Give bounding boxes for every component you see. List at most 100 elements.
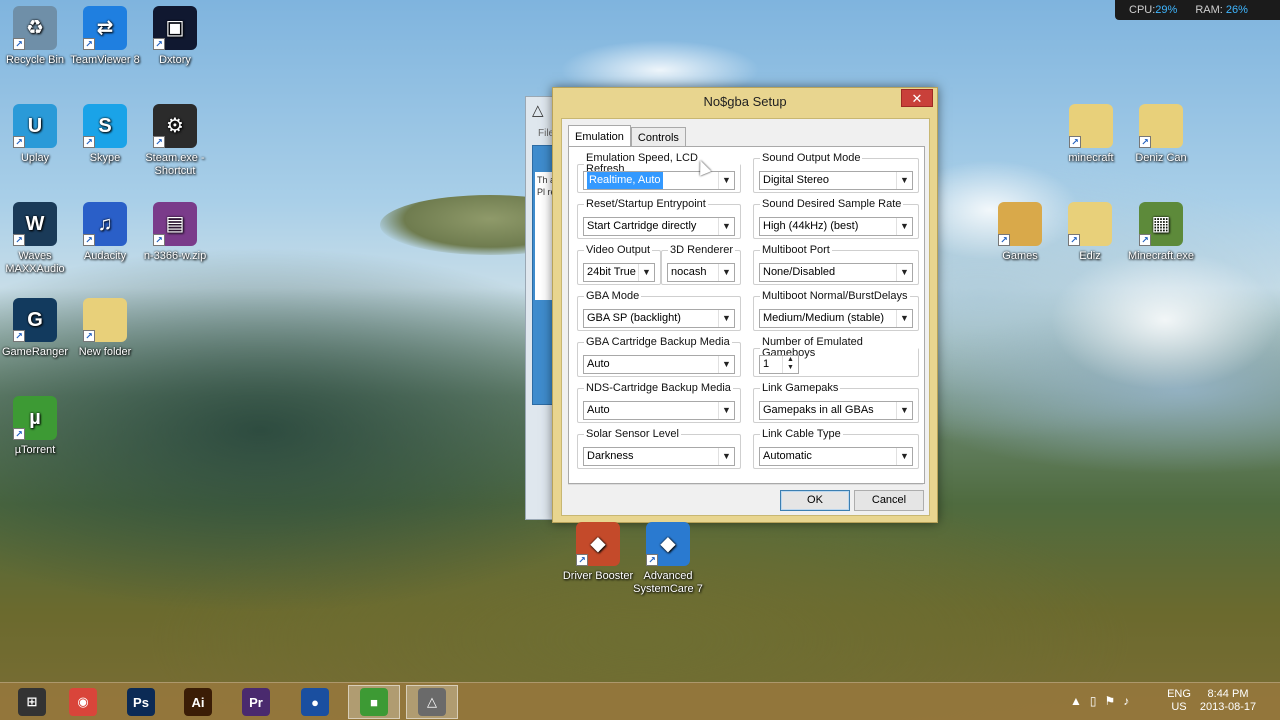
chevron-down-icon[interactable]: ▼ (896, 402, 912, 419)
desktop-icon-waves-maxxaudio[interactable]: W ↗ Waves MAXXAudio (0, 202, 73, 276)
desktop-icon-steam[interactable]: ⚙ ↗ Steam.exe - Shortcut (137, 104, 213, 178)
winrar-archive-icon: ▤ ↗ (153, 202, 197, 246)
nds-cartridge-backup-media-dropdown[interactable]: Auto ▼ (583, 401, 735, 420)
chevron-down-icon[interactable]: ▼ (718, 402, 734, 419)
link-cable-type-dropdown[interactable]: Automatic ▼ (759, 447, 913, 466)
shortcut-arrow-icon: ↗ (1139, 136, 1151, 148)
desktop-icon-audacity[interactable]: ♫ ↗ Audacity (67, 202, 143, 263)
desktop-icon-ediz[interactable]: ↗ Ediz (1052, 202, 1128, 263)
chevron-down-icon[interactable]: ▼ (718, 172, 734, 189)
desktop-icon-label: Uplay (20, 152, 50, 164)
video-output-dropdown[interactable]: 24bit True ▼ (583, 263, 655, 282)
gameboys-count-spinner[interactable]: 1 ▲ ▼ (759, 355, 799, 374)
solar-sensor-level-dropdown[interactable]: Darkness ▼ (583, 447, 735, 466)
chevron-down-icon[interactable]: ▼ (718, 264, 734, 281)
desktop-icon-driver-booster[interactable]: ◆ ↗ Driver Booster (560, 522, 636, 583)
premiere-button[interactable]: Pr (230, 685, 282, 719)
volume-icon[interactable]: ♪ (1123, 694, 1129, 708)
emulation-tab-panel: Emulation Speed, LCD Refresh Realtime, Au… (568, 146, 925, 484)
photoshop-button[interactable]: Ps (115, 685, 167, 719)
desktop-icon-gameranger[interactable]: G ↗ GameRanger (0, 298, 73, 359)
spinner-arrows-icon[interactable]: ▲ ▼ (782, 356, 798, 373)
chevron-down-icon[interactable]: ▼ (896, 448, 912, 465)
desktop-icon-games[interactable]: ↗ Games (982, 202, 1058, 263)
chevron-down-icon[interactable]: ▼ (718, 356, 734, 373)
group-label: Link Cable Type (762, 428, 841, 440)
cancel-button[interactable]: Cancel (854, 490, 924, 511)
close-button[interactable]: ✕ (901, 89, 933, 107)
shortcut-arrow-icon: ↗ (1068, 234, 1080, 246)
nogba-taskbar-button[interactable]: △ (406, 685, 458, 719)
globe-app-button[interactable]: ● (289, 685, 341, 719)
illustrator-button[interactable]: Ai (172, 685, 224, 719)
phone-icon[interactable]: ▯ (1090, 694, 1097, 708)
shortcut-arrow-icon: ↗ (13, 136, 25, 148)
clock-time: 8:44 PM (1207, 688, 1249, 700)
show-hidden-icons-icon[interactable]: ▲ (1070, 694, 1082, 708)
multiboot-normal-burstdelays-dropdown[interactable]: Medium/Medium (stable) ▼ (759, 309, 913, 328)
desktop-icon-label: Audacity (83, 250, 127, 262)
selected-value: Realtime, Auto (587, 172, 663, 189)
start-button[interactable]: ⊞ (6, 685, 58, 719)
chevron-down-icon[interactable]: ▼ (718, 310, 734, 327)
tab-controls[interactable]: Controls (630, 127, 686, 147)
nogba-setup-dialog: No$gba Setup ✕ Emulation Controls Emulat… (552, 87, 938, 523)
shortcut-arrow-icon: ↗ (13, 428, 25, 440)
desktop-icon-uplay[interactable]: U ↗ Uplay (0, 104, 73, 165)
tab-emulation[interactable]: Emulation (568, 125, 631, 147)
shortcut-arrow-icon: ↗ (153, 136, 165, 148)
desktop-icon-label: Driver Booster (562, 570, 634, 582)
chevron-down-icon[interactable]: ▼ (896, 172, 912, 189)
sound-output-mode-dropdown[interactable]: Digital Stereo ▼ (759, 171, 913, 190)
selected-value: Start Cartridge directly (587, 220, 697, 232)
dxtory-icon: ▣ ↗ (153, 6, 197, 50)
3d-renderer-dropdown[interactable]: nocash ▼ (667, 263, 735, 282)
gba-cartridge-backup-media-dropdown[interactable]: Auto ▼ (583, 355, 735, 374)
desktop-icon-advanced-systemcare[interactable]: ◆ ↗ Advanced SystemCare 7 (630, 522, 706, 596)
link-gamepaks-dropdown[interactable]: Gamepaks in all GBAs ▼ (759, 401, 913, 420)
action-center-flag-icon[interactable]: ⚑ (1105, 694, 1116, 708)
selected-value: None/Disabled (763, 266, 836, 278)
chevron-down-icon[interactable]: ▼ (718, 218, 734, 235)
desktop-icon-folder[interactable]: ↗ New folder (67, 298, 143, 359)
taskbar-clock[interactable]: 8:44 PM 2013-08-17 (1198, 688, 1258, 714)
chevron-down-icon[interactable]: ▼ (896, 310, 912, 327)
shortcut-arrow-icon: ↗ (576, 554, 588, 566)
desktop-icon-skype[interactable]: S ↗ Skype (67, 104, 143, 165)
desktop-icon-minecraft[interactable]: ↗ minecraft (1053, 104, 1129, 165)
reset-startup-entrypoint-dropdown[interactable]: Start Cartridge directly ▼ (583, 217, 735, 236)
input-language[interactable]: ENG US (1164, 688, 1194, 714)
group-label: GBA Mode (586, 290, 640, 302)
folder-icon: ↗ (1139, 104, 1183, 148)
selected-value: Gamepaks in all GBAs (763, 404, 874, 416)
ok-button[interactable]: OK (780, 490, 850, 511)
dxtory-taskbar-button[interactable]: ■ (348, 685, 400, 719)
desktop-icon-utorrent[interactable]: µ ↗ µTorrent (0, 396, 73, 457)
chevron-down-icon[interactable]: ▼ (896, 218, 912, 235)
folder-icon: ↗ (83, 298, 127, 342)
desktop-icon-winrar-archive[interactable]: ▤ ↗ n-3366-w.zip (137, 202, 213, 263)
shortcut-arrow-icon: ↗ (13, 330, 25, 342)
desktop-icon-recycle-bin[interactable]: ♻ ↗ Recycle Bin (0, 6, 73, 67)
cloud-bank (1050, 250, 1280, 390)
sound-desired-sample-rate-dropdown[interactable]: High (44kHz) (best) ▼ (759, 217, 913, 236)
selected-value: Auto (587, 404, 610, 416)
desktop-icon-dxtory[interactable]: ▣ ↗ Dxtory (137, 6, 213, 67)
multiboot-port-dropdown[interactable]: None/Disabled ▼ (759, 263, 913, 282)
gba-mode-dropdown[interactable]: GBA SP (backlight) ▼ (583, 309, 735, 328)
desktop-icon-label: Games (1002, 250, 1038, 262)
system-meter-widget: CPU:29% RAM: 26% (1115, 0, 1280, 20)
emulation-speed-lcd-refresh-dropdown[interactable]: Realtime, Auto ▼ (583, 171, 735, 190)
desktop-icon-label: n-3366-w.zip (143, 250, 207, 262)
desktop-icon-teamviewer[interactable]: ⇄ ↗ TeamViewer 8 (67, 6, 143, 67)
chevron-down-icon[interactable]: ▼ (896, 264, 912, 281)
chevron-down-icon[interactable]: ▼ (638, 264, 654, 281)
chevron-down-icon[interactable]: ▼ (718, 448, 734, 465)
selected-value: Auto (587, 358, 610, 370)
desktop-icon-label: Minecraft.exe (1127, 250, 1195, 262)
selected-value: High (44kHz) (best) (763, 220, 859, 232)
footer-divider (568, 484, 923, 485)
desktop-icon-minecraft-exe[interactable]: ▦ ↗ Minecraft.exe (1123, 202, 1199, 263)
desktop-icon-deniz-can[interactable]: ↗ Deniz Can (1123, 104, 1199, 165)
chrome-button[interactable]: ◉ (57, 685, 109, 719)
